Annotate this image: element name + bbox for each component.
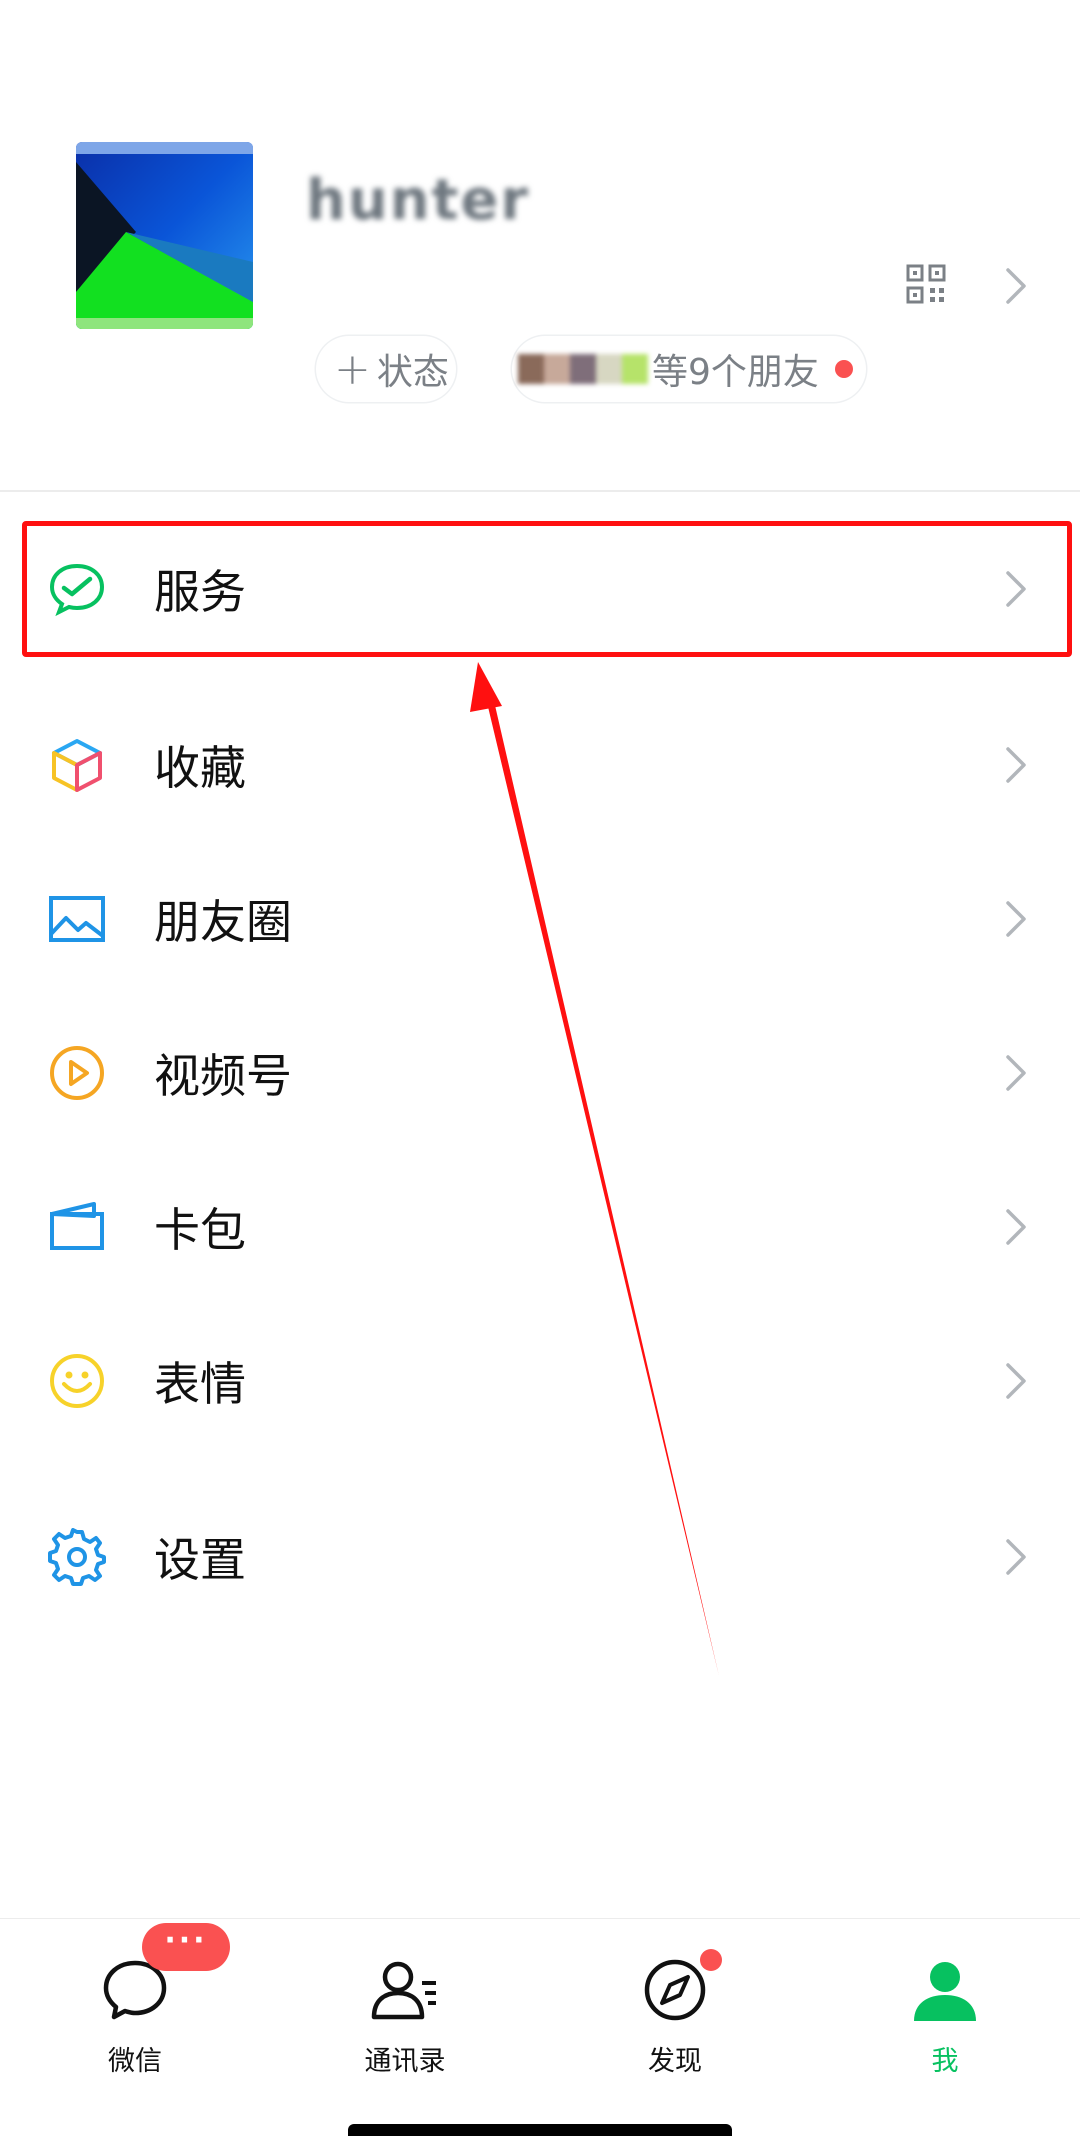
highlight-box bbox=[22, 521, 1072, 657]
username: hunter bbox=[306, 168, 530, 233]
menu-item-channels[interactable]: 视频号 bbox=[0, 1008, 1080, 1138]
menu-item-favorites[interactable]: 收藏 bbox=[0, 700, 1080, 830]
home-indicator[interactable] bbox=[348, 2124, 732, 2136]
menu-item-label: 收藏 bbox=[154, 741, 246, 795]
add-status-button[interactable]: + 状态 bbox=[316, 336, 456, 402]
avatar[interactable] bbox=[76, 142, 253, 329]
menu-item-moments[interactable]: 朋友圈 bbox=[0, 854, 1080, 984]
plus-icon: + bbox=[334, 343, 371, 395]
tab-chats[interactable]: ··· 微信 bbox=[0, 1919, 270, 2119]
menu-item-settings[interactable]: 设置 bbox=[0, 1492, 1080, 1622]
profile-header[interactable]: hunter + 状态 等9个朋友 bbox=[0, 0, 1080, 490]
menu-item-label: 朋友圈 bbox=[154, 895, 292, 949]
tab-label: 发现 bbox=[648, 2046, 702, 2077]
chevron-right-icon bbox=[1006, 1055, 1026, 1091]
chevron-right-icon bbox=[1006, 747, 1026, 783]
friend-avatars bbox=[518, 354, 648, 384]
tab-label: 微信 bbox=[108, 2046, 162, 2077]
card-wallet-icon bbox=[50, 1202, 104, 1250]
tab-label: 我 bbox=[931, 2046, 959, 2077]
tab-discover[interactable]: 发现 bbox=[540, 1919, 810, 2119]
me-page: hunter + 状态 等9个朋友 服务 收藏 朋友圈 视频号 卡包 表情 设置… bbox=[0, 0, 1080, 2136]
chevron-right-icon bbox=[1006, 1209, 1026, 1245]
chevron-right-icon bbox=[1006, 1363, 1026, 1399]
menu-item-label: 表情 bbox=[154, 1357, 246, 1411]
chevron-right-icon bbox=[1006, 901, 1026, 937]
moments-photo-icon bbox=[49, 896, 105, 942]
friends-status-button[interactable]: 等9个朋友 bbox=[512, 336, 866, 402]
chevron-right-icon bbox=[1006, 1539, 1026, 1575]
qr-code-icon[interactable] bbox=[906, 264, 946, 304]
menu-item-label: 卡包 bbox=[154, 1203, 246, 1257]
person-icon bbox=[914, 1962, 976, 2021]
menu-item-card-wallet[interactable]: 卡包 bbox=[0, 1162, 1080, 1292]
chevron-right-icon bbox=[1006, 268, 1026, 304]
section-divider bbox=[0, 490, 1080, 492]
settings-gear-icon bbox=[48, 1528, 106, 1586]
channels-play-icon bbox=[50, 1046, 104, 1100]
menu-item-label: 视频号 bbox=[154, 1049, 292, 1103]
menu-item-label: 设置 bbox=[154, 1533, 246, 1587]
sticker-smile-icon bbox=[50, 1354, 104, 1408]
new-status-dot bbox=[834, 360, 853, 378]
favorites-cube-icon bbox=[52, 739, 102, 792]
tab-me[interactable]: 我 bbox=[810, 1919, 1080, 2119]
new-content-dot bbox=[700, 1949, 722, 1971]
status-label: 状态 bbox=[376, 352, 449, 393]
bottom-tab-bar: ··· 微信 通讯录 发现 我 bbox=[0, 1918, 1080, 2136]
unread-badge: ··· bbox=[142, 1923, 230, 1971]
tab-label: 通讯录 bbox=[364, 2046, 446, 2077]
contacts-icon bbox=[371, 1961, 436, 2020]
menu-item-stickers[interactable]: 表情 bbox=[0, 1316, 1080, 1446]
tab-contacts[interactable]: 通讯录 bbox=[270, 1919, 540, 2119]
friends-label: 等9个朋友 bbox=[652, 352, 819, 393]
compass-icon bbox=[644, 1959, 706, 2021]
